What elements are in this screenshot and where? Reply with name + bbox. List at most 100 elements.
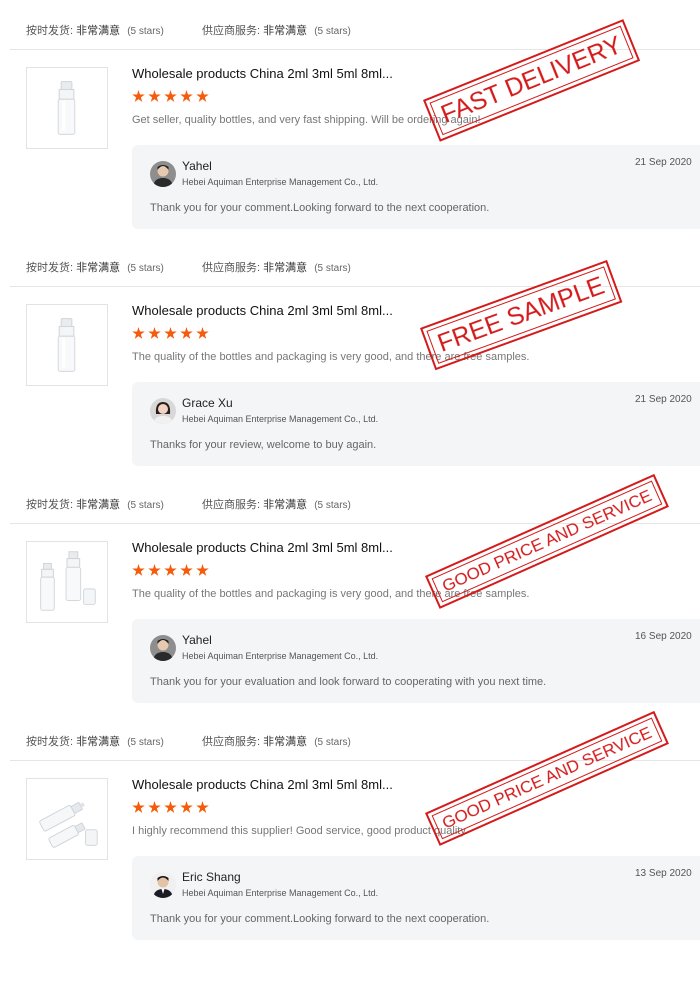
- star-icon: [196, 327, 209, 339]
- product-thumbnail[interactable]: [26, 541, 108, 623]
- supplier-service-group: 供应商服务: 非常满意 (5 stars): [202, 259, 351, 275]
- spray-bottle-icon: [27, 305, 107, 385]
- avatar: [150, 161, 176, 187]
- reply-author-name: Yahel: [182, 633, 212, 647]
- review-comment: Get seller, quality bottles, and very fa…: [132, 114, 481, 126]
- promo-stamp: FAST DELIVERY: [423, 19, 641, 142]
- supplier-service-stars: (5 stars): [314, 737, 351, 748]
- reply-date: 21 Sep 2020: [635, 157, 692, 168]
- star-icon: [164, 564, 177, 576]
- lying-spray-bottles-icon: [27, 779, 107, 859]
- reply-author-name: Yahel: [182, 159, 212, 173]
- promo-stamp: GOOD PRICE AND SERVICE: [425, 473, 670, 609]
- on-time-delivery-label: 按时发货:: [26, 25, 74, 37]
- review-block: 按时发货: 非常满意 (5 stars) 供应商服务: 非常满意 (5 star…: [0, 710, 700, 948]
- reply-date: 21 Sep 2020: [635, 394, 692, 405]
- promo-stamp: GOOD PRICE AND SERVICE: [425, 710, 670, 846]
- product-thumbnail[interactable]: [26, 778, 108, 860]
- supplier-service-stars: (5 stars): [314, 26, 351, 37]
- star-icon: [148, 327, 161, 339]
- product-title-link[interactable]: Wholesale products China 2ml 3ml 5ml 8ml…: [132, 777, 393, 792]
- supplier-service-group: 供应商服务: 非常满意 (5 stars): [202, 496, 351, 512]
- on-time-delivery-label: 按时发货:: [26, 736, 74, 748]
- on-time-delivery-label: 按时发货:: [26, 262, 74, 274]
- review-block: 按时发货: 非常满意 (5 stars) 供应商服务: 非常满意 (5 star…: [0, 237, 700, 474]
- supplier-service-value: 非常满意: [263, 262, 308, 274]
- star-icon: [180, 564, 193, 576]
- ratings-summary: 按时发货: 非常满意 (5 stars) 供应商服务: 非常满意 (5 star…: [26, 496, 351, 512]
- star-icon: [148, 564, 161, 576]
- supplier-service-stars: (5 stars): [314, 500, 351, 511]
- stamp-text: GOOD PRICE AND SERVICE: [439, 485, 655, 596]
- product-title-link[interactable]: Wholesale products China 2ml 3ml 5ml 8ml…: [132, 66, 393, 81]
- product-title-link[interactable]: Wholesale products China 2ml 3ml 5ml 8ml…: [132, 540, 393, 555]
- supplier-service-label: 供应商服务:: [202, 25, 261, 37]
- star-icon: [164, 327, 177, 339]
- star-rating: [132, 801, 212, 819]
- supplier-reply: Eric Shang Hebei Aquiman Enterprise Mana…: [132, 856, 700, 940]
- ratings-summary: 按时发货: 非常满意 (5 stars) 供应商服务: 非常满意 (5 star…: [26, 733, 351, 749]
- on-time-delivery-stars: (5 stars): [127, 263, 164, 274]
- supplier-service-value: 非常满意: [263, 25, 308, 37]
- star-icon: [132, 327, 145, 339]
- reply-author-name: Grace Xu: [182, 396, 233, 410]
- on-time-delivery-stars: (5 stars): [127, 737, 164, 748]
- spray-bottle-icon: [27, 68, 107, 148]
- supplier-reply: Yahel Hebei Aquiman Enterprise Managemen…: [132, 619, 700, 703]
- on-time-delivery-value: 非常满意: [76, 736, 121, 748]
- supplier-service-stars: (5 stars): [314, 263, 351, 274]
- star-icon: [148, 90, 161, 102]
- review-block: 按时发货: 非常满意 (5 stars) 供应商服务: 非常满意 (5 star…: [0, 473, 700, 711]
- review-comment: I highly recommend this supplier! Good s…: [132, 825, 469, 837]
- star-icon: [196, 564, 209, 576]
- reply-author-name: Eric Shang: [182, 870, 241, 884]
- stamp-text: FAST DELIVERY: [437, 30, 626, 129]
- star-icon: [196, 90, 209, 102]
- supplier-service-value: 非常满意: [263, 736, 308, 748]
- supplier-reply: Grace Xu Hebei Aquiman Enterprise Manage…: [132, 382, 700, 466]
- two-spray-bottles-icon: [27, 542, 107, 622]
- product-title-link[interactable]: Wholesale products China 2ml 3ml 5ml 8ml…: [132, 303, 393, 318]
- supplier-service-value: 非常满意: [263, 499, 308, 511]
- star-icon: [180, 801, 193, 813]
- supplier-service-label: 供应商服务:: [202, 499, 261, 511]
- reply-company: Hebei Aquiman Enterprise Management Co.,…: [182, 177, 379, 187]
- star-rating: [132, 564, 212, 582]
- ratings-summary: 按时发货: 非常满意 (5 stars) 供应商服务: 非常满意 (5 star…: [26, 259, 351, 275]
- product-thumbnail[interactable]: [26, 67, 108, 149]
- reply-date: 16 Sep 2020: [635, 631, 692, 642]
- ratings-summary: 按时发货: 非常满意 (5 stars) 供应商服务: 非常满意 (5 star…: [26, 22, 351, 38]
- star-rating: [132, 90, 212, 108]
- product-thumbnail[interactable]: [26, 304, 108, 386]
- supplier-service-label: 供应商服务:: [202, 262, 261, 274]
- on-time-delivery-stars: (5 stars): [127, 26, 164, 37]
- star-icon: [180, 327, 193, 339]
- woman-avatar-icon: [150, 398, 176, 424]
- reply-text: Thank you for your comment.Looking forwa…: [150, 202, 490, 214]
- supplier-service-group: 供应商服务: 非常满意 (5 stars): [202, 22, 351, 38]
- man-avatar-icon: [150, 635, 176, 661]
- star-icon: [132, 564, 145, 576]
- supplier-service-label: 供应商服务:: [202, 736, 261, 748]
- star-rating: [132, 327, 212, 345]
- star-icon: [196, 801, 209, 813]
- star-icon: [164, 90, 177, 102]
- reply-text: Thank you for your comment.Looking forwa…: [150, 913, 490, 925]
- avatar: [150, 635, 176, 661]
- reply-company: Hebei Aquiman Enterprise Management Co.,…: [182, 888, 379, 898]
- on-time-delivery-stars: (5 stars): [127, 500, 164, 511]
- avatar: [150, 872, 176, 898]
- stamp-text: GOOD PRICE AND SERVICE: [439, 722, 655, 833]
- star-icon: [164, 801, 177, 813]
- reply-company: Hebei Aquiman Enterprise Management Co.,…: [182, 651, 379, 661]
- supplier-reply: Yahel Hebei Aquiman Enterprise Managemen…: [132, 145, 700, 229]
- on-time-delivery-value: 非常满意: [76, 262, 121, 274]
- star-icon: [180, 90, 193, 102]
- on-time-delivery-value: 非常满意: [76, 25, 121, 37]
- star-icon: [132, 801, 145, 813]
- man-suit-avatar-icon: [150, 872, 176, 898]
- on-time-delivery-label: 按时发货:: [26, 499, 74, 511]
- man-avatar-icon: [150, 161, 176, 187]
- reply-company: Hebei Aquiman Enterprise Management Co.,…: [182, 414, 379, 424]
- reply-text: Thank you for your evaluation and look f…: [150, 676, 547, 688]
